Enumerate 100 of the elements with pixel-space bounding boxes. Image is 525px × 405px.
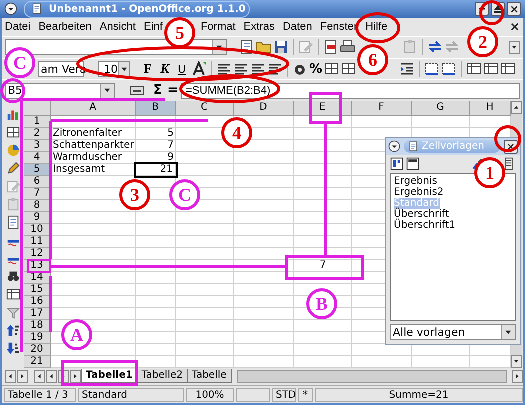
style-item[interactable]: Ergebnis2: [394, 187, 444, 198]
row-header[interactable]: 10: [24, 224, 51, 236]
menu-icon[interactable]: [388, 140, 401, 153]
sheet-tab[interactable]: Tabelle2: [136, 369, 188, 384]
style-list-icon[interactable]: [502, 157, 516, 171]
table-cell-text: 7: [318, 260, 328, 272]
close-button[interactable]: [507, 2, 521, 16]
row-header[interactable]: 18: [24, 320, 51, 332]
column-header[interactable]: H: [470, 101, 511, 116]
save-icon[interactable]: [273, 39, 289, 56]
number-format-icon[interactable]: [341, 61, 357, 78]
indent-icon[interactable]: [399, 61, 415, 78]
menu-item[interactable]: Daten: [282, 20, 312, 33]
left-arrow-icon: [7, 373, 14, 380]
column-header[interactable]: C: [176, 101, 234, 116]
select-all-button[interactable]: [24, 101, 51, 116]
menu-item[interactable]: Bearbeiten: [38, 20, 92, 33]
page-styles-icon[interactable]: [406, 157, 420, 171]
row-header[interactable]: 8: [24, 200, 51, 212]
sum-button[interactable]: Σ: [151, 83, 165, 98]
row-header[interactable]: 5: [24, 164, 51, 176]
row-header[interactable]: 7: [24, 188, 51, 200]
row-header[interactable]: 19: [24, 332, 51, 344]
percent-button[interactable]: %: [309, 62, 323, 77]
menu-item[interactable]: Extras: [244, 20, 275, 33]
column-header[interactable]: B: [136, 101, 176, 116]
caret-icon: [511, 44, 518, 51]
row-header[interactable]: 9: [24, 212, 51, 224]
merge-icon[interactable]: [483, 61, 499, 78]
scroll-left-button[interactable]: [5, 370, 16, 384]
scroll-right-button[interactable]: [512, 370, 523, 384]
row-header[interactable]: 11: [24, 236, 51, 248]
table-icon[interactable]: [6, 125, 20, 140]
border-icon[interactable]: [424, 61, 440, 78]
highlight-circle: [480, 0, 504, 26]
panel-title: Zellvorlagen: [422, 141, 484, 152]
row-header[interactable]: 17: [24, 308, 51, 320]
table-cell-text: 9: [166, 152, 175, 164]
format-button[interactable]: U: [174, 62, 190, 76]
scroll-up-button[interactable]: [511, 101, 522, 114]
row-header[interactable]: 4: [24, 152, 51, 164]
close-icon[interactable]: [510, 22, 520, 32]
menu-icon[interactable]: [4, 2, 18, 16]
pdf-icon[interactable]: [323, 39, 339, 56]
merge-icon[interactable]: [466, 61, 482, 78]
horizontal-scrollbar[interactable]: [236, 370, 507, 384]
number-format-icon[interactable]: [324, 61, 340, 78]
format-button[interactable]: F: [140, 61, 156, 78]
style-item[interactable]: Überschrift: [394, 209, 450, 220]
format-button[interactable]: K: [157, 61, 173, 78]
column-header[interactable]: D: [234, 101, 294, 116]
sheet-tab[interactable]: Tabelle: [186, 369, 232, 384]
name-box[interactable]: B5: [5, 82, 115, 99]
column-header[interactable]: E: [294, 101, 352, 116]
column-header[interactable]: F: [352, 101, 412, 116]
column-header[interactable]: A: [51, 101, 136, 116]
formula-input[interactable]: =SUMME(B2:B4): [181, 82, 520, 99]
printer-icon[interactable]: [340, 39, 356, 56]
arrows-icon[interactable]: [427, 39, 443, 56]
row-header[interactable]: 16: [24, 296, 51, 308]
page-style-label: Standard: [78, 388, 184, 402]
right-arrow-icon: [19, 373, 26, 380]
menu-item[interactable]: Einf: [144, 20, 163, 33]
row-header[interactable]: 21: [24, 356, 51, 368]
last-sheet-button[interactable]: [70, 370, 81, 384]
column-header[interactable]: G: [412, 101, 470, 116]
row-header[interactable]: 3: [24, 140, 51, 152]
font-color-icon[interactable]: [191, 61, 207, 78]
menu-item[interactable]: Datei: [5, 20, 31, 33]
scroll-down-button[interactable]: [511, 355, 522, 368]
row-header[interactable]: 20: [24, 344, 51, 356]
eject-icon: [493, 4, 503, 14]
row-header[interactable]: 15: [24, 284, 51, 296]
highlight-circle: [494, 126, 522, 152]
style-item[interactable]: Überschrift1: [394, 220, 456, 231]
style-item[interactable]: Ergebnis: [394, 176, 438, 187]
scroll-button[interactable]: [509, 40, 520, 54]
clipboard-icon[interactable]: [6, 197, 20, 212]
sheet-tab[interactable]: Tabelle1: [81, 369, 138, 384]
row-header[interactable]: 6: [24, 176, 51, 188]
first-sheet-button[interactable]: [34, 370, 45, 384]
table-icon[interactable]: [6, 287, 20, 302]
row-header[interactable]: 1: [24, 116, 51, 128]
menu-item[interactable]: Format: [200, 20, 236, 33]
sort-descending-icon[interactable]: [6, 341, 20, 356]
clipboard-icon[interactable]: [402, 39, 418, 56]
border-icon[interactable]: [441, 61, 457, 78]
style-filter-dropdown[interactable]: Alle vorlagen: [390, 324, 516, 340]
merge-icon[interactable]: [500, 61, 516, 78]
previous-sheet-button[interactable]: [46, 370, 57, 384]
menu-item[interactable]: Ansicht: [100, 20, 136, 33]
pie-chart-icon[interactable]: [6, 143, 20, 158]
row-header[interactable]: 2: [24, 128, 51, 140]
pencil-icon[interactable]: [6, 161, 20, 176]
document-icon[interactable]: [6, 215, 20, 230]
scroll-right-button[interactable]: [17, 370, 28, 384]
cell-styles-icon[interactable]: [390, 157, 404, 171]
sort-ascending-icon[interactable]: [6, 323, 20, 338]
menu-item[interactable]: Hilfe: [366, 20, 388, 33]
function-button[interactable]: =: [166, 83, 180, 98]
